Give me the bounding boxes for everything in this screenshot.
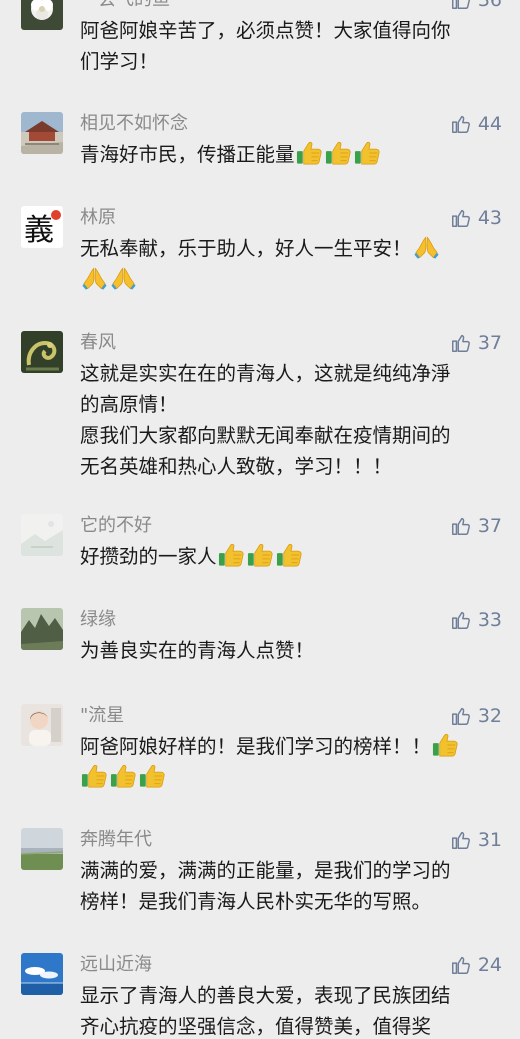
like-button[interactable]: 32 <box>450 704 502 728</box>
comment-item: 绿缘 33 为善良实在的青海人点赞！ <box>0 608 520 708</box>
thumbs-up-emoji <box>110 763 137 789</box>
like-count: 24 <box>477 954 502 976</box>
comment-text: 无私奉献，乐于助人，好人一生平安！ <box>80 233 500 295</box>
comment-text: 满满的爱，满满的正能量，是我们的学习的 榜样！是我们青海人民朴实无华的写照。 <box>80 859 451 913</box>
like-button[interactable]: 43 <box>450 206 502 230</box>
like-count: 43 <box>477 207 502 229</box>
like-button[interactable]: 37 <box>450 514 502 538</box>
avatar[interactable] <box>21 112 63 154</box>
like-button[interactable]: 37 <box>450 331 502 355</box>
like-button[interactable]: 36 <box>450 0 502 12</box>
thumbs-up-emoji <box>139 763 166 789</box>
praying-hands-emoji <box>413 234 440 260</box>
username[interactable]: 一会飞的鱼 <box>80 0 170 12</box>
thumbs-up-emoji <box>354 140 381 166</box>
like-count: 36 <box>477 0 502 11</box>
avatar[interactable] <box>21 704 63 746</box>
like-button[interactable]: 44 <box>450 112 502 136</box>
avatar[interactable]: 義 <box>21 206 63 248</box>
like-count: 37 <box>477 515 502 537</box>
thumbs-up-outline-icon <box>450 829 478 851</box>
like-count: 37 <box>477 332 502 354</box>
username[interactable]: 远山近海 <box>80 953 152 977</box>
thumbs-up-outline-icon <box>450 0 478 11</box>
avatar[interactable] <box>21 514 63 556</box>
thumbs-up-outline-icon <box>450 954 478 976</box>
thumbs-up-outline-icon <box>450 515 478 537</box>
username[interactable]: 相见不如怀念 <box>80 112 188 136</box>
comment-item: 義 林原 43 无私奉献，乐于助人，好人一生平安！ <box>0 206 520 306</box>
username[interactable]: 绿缘 <box>80 608 116 632</box>
avatar[interactable] <box>21 0 63 30</box>
username[interactable]: 林原 <box>80 206 116 230</box>
like-count: 44 <box>477 113 502 135</box>
avatar[interactable] <box>21 953 63 995</box>
comment-text: 阿爸阿娘辛苦了，必须点赞！大家值得向你 们学习！ <box>80 19 451 73</box>
comment-item: "流星 32 阿爸阿娘好样的！是我们学习的榜样！！ <box>0 704 520 804</box>
like-count: 33 <box>477 609 502 631</box>
username[interactable]: 奔腾年代 <box>80 828 152 852</box>
username[interactable]: 它的不好 <box>80 514 152 538</box>
comment-item: 一会飞的鱼 36 阿爸阿娘辛苦了，必须点赞！大家值得向你 们学习！ <box>0 0 520 88</box>
thumbs-up-emoji <box>432 732 459 758</box>
like-button[interactable]: 31 <box>450 828 502 852</box>
comment-text: 显示了青海人的善良大爱，表现了民族团结 齐心抗疫的坚强信念，值得赞美，值得奖 <box>80 984 451 1038</box>
comment-item: 春风 37 这就是实实在在的青海人，这就是纯纯净淨 的高原情！ 愿我们大家都向默默无… <box>0 331 520 478</box>
comment-text: 阿爸阿娘好样的！是我们学习的榜样！！ <box>80 731 500 793</box>
thumbs-up-outline-icon <box>450 113 478 135</box>
comment-text: 为善良实在的青海人点赞！ <box>80 639 315 662</box>
thumbs-up-emoji <box>325 140 352 166</box>
praying-hands-emoji <box>110 265 137 291</box>
comment-text: 青海好市民，传播正能量 <box>80 139 500 170</box>
comment-item: 奔腾年代 31 满满的爱，满满的正能量，是我们的学习的 榜样！是我们青海人民朴实无华… <box>0 828 520 928</box>
comment-text: 好攒劲的一家人 <box>80 541 500 572</box>
thumbs-up-emoji <box>218 542 245 568</box>
comment-item: 远山近海 24 显示了青海人的善良大爱，表现了民族团结 齐心抗疫的坚强信念，值得赞美… <box>0 953 520 1039</box>
thumbs-up-emoji <box>247 542 274 568</box>
like-count: 32 <box>477 705 502 727</box>
thumbs-up-outline-icon <box>450 609 478 631</box>
username[interactable]: 春风 <box>80 331 116 355</box>
username[interactable]: "流星 <box>80 704 124 728</box>
praying-hands-emoji <box>81 265 108 291</box>
avatar[interactable] <box>21 608 63 650</box>
avatar[interactable] <box>21 828 63 870</box>
svg-text:義: 義 <box>24 213 54 248</box>
thumbs-up-emoji <box>296 140 323 166</box>
thumbs-up-outline-icon <box>450 332 478 354</box>
thumbs-up-outline-icon <box>450 705 478 727</box>
comment-list: 一会飞的鱼 36 阿爸阿娘辛苦了，必须点赞！大家值得向你 们学习！ 相见不如怀念 44 青… <box>0 0 520 1039</box>
thumbs-up-emoji <box>81 763 108 789</box>
thumbs-up-emoji <box>276 542 303 568</box>
comment-item: 相见不如怀念 44 青海好市民，传播正能量 <box>0 112 520 212</box>
comment-text: 这就是实实在在的青海人，这就是纯纯净淨 的高原情！ 愿我们大家都向默默无闻奉献在… <box>80 362 451 478</box>
like-button[interactable]: 24 <box>450 953 502 977</box>
like-count: 31 <box>477 829 502 851</box>
like-button[interactable]: 33 <box>450 608 502 632</box>
thumbs-up-outline-icon <box>450 207 478 229</box>
comment-item: 它的不好 37 好攒劲的一家人 <box>0 514 520 614</box>
avatar[interactable] <box>21 331 63 373</box>
